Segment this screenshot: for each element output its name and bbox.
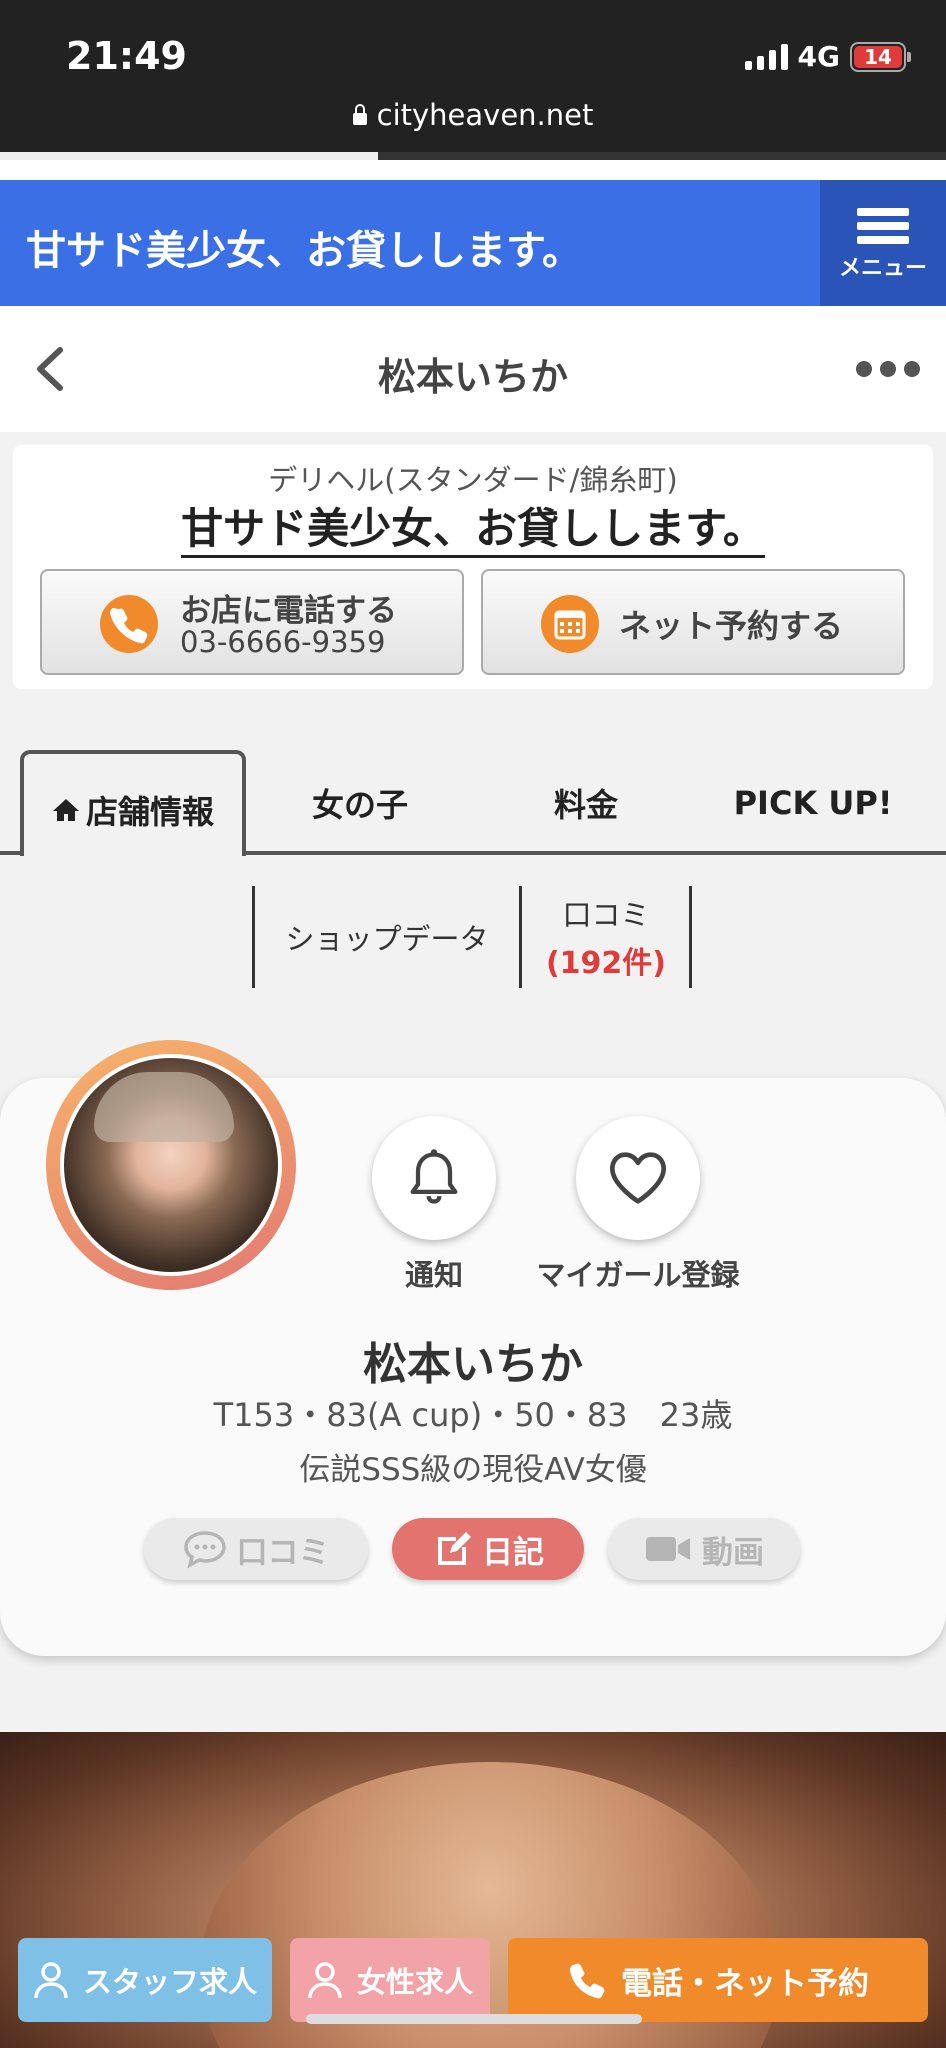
avatar-photo [64,1058,278,1272]
girl-catchphrase: 伝説SSS級の現役AV女優 [299,1452,647,1488]
shop-name-link[interactable]: 甘サド美少女、お貸しします。 [13,495,933,558]
net-reserve-label: ネット予約する [619,607,844,645]
video-camera-icon [646,1537,690,1561]
video-pill-label: 動画 [702,1534,764,1571]
shop-info-card: デリヘル(スタンダード/錦糸町) 甘サド美少女、お貸しします。 お店に電話する … [13,445,933,689]
home-icon [52,799,79,821]
phone-icon [100,595,158,653]
lock-icon [352,104,367,125]
shop-genre: デリヘル(スタンダード/錦糸町) [268,463,678,497]
url-text: cityheaven.net [376,98,594,132]
girl-name: 松本いちか [363,1339,583,1390]
girl-profile-card: 通知 マイガール登録 松本いちか T153・83(A cup)・50・83 23… [0,1040,946,1656]
page-navbar: 松本いちか [0,306,946,432]
home-indicator [306,2014,642,2024]
tab-shop-info-label: 店舗情報 [85,793,214,831]
review-count: (192件) [545,946,667,981]
notify-button[interactable] [372,1116,496,1240]
video-pill-button[interactable]: 動画 [608,1518,800,1580]
staff-recruit-button[interactable]: スタッフ求人 [18,1938,272,2022]
phone-icon [570,1963,605,1999]
network-type: 4G [797,40,840,73]
female-recruit-label: 女性求人 [356,1965,473,1999]
diary-pill-label: 日記 [482,1534,544,1571]
girl-stats: T153・83(A cup)・50・83 23歳 [213,1396,733,1434]
avatar[interactable] [46,1040,296,1290]
review-pill-label: 口コミ [236,1534,330,1571]
hamburger-icon [857,208,909,244]
call-reserve-label: 電話・ネット予約 [621,1965,869,2002]
my-girl-label: マイガール登録 [536,1258,740,1292]
diary-pill-button[interactable]: 日記 [392,1518,584,1580]
bottom-action-bar: スタッフ求人 女性求人 電話・ネット予約 [0,1928,946,2048]
status-bar: 21:49 4G 14 cityheaven.net [0,0,946,160]
status-indicators: 4G 14 [744,40,911,73]
sub-tabs: ショップデータ 口コミ (192件) [252,886,692,988]
tab-shop-info[interactable]: 店舗情報 [20,750,246,856]
edit-icon [438,1532,471,1565]
heart-icon [610,1152,666,1204]
call-shop-label: お店に電話する [180,593,397,629]
staff-recruit-label: スタッフ求人 [82,1965,257,1999]
page-title: 松本いちか [377,355,568,399]
notify-label: 通知 [404,1258,463,1292]
person-icon [34,1962,68,1999]
call-reserve-button[interactable]: 電話・ネット予約 [508,1938,928,2022]
subtab-shop-data[interactable]: ショップデータ [255,886,519,988]
calendar-icon [541,595,599,653]
page-load-progress [0,152,946,160]
cellular-signal-icon [744,43,788,70]
menu-button[interactable]: メニュー [820,180,946,306]
net-reserve-button[interactable]: ネット予約する [481,569,905,675]
address-bar[interactable]: cityheaven.net [0,98,946,132]
tab-girls[interactable]: 女の子 [260,750,460,855]
battery-icon: 14 [850,41,911,72]
my-girl-button[interactable] [576,1116,700,1240]
call-shop-button[interactable]: お店に電話する 03-6666-9359 [40,569,464,675]
speech-bubble-icon [183,1531,226,1569]
tab-pickup[interactable]: PICK UP! [700,750,926,855]
more-options-icon[interactable] [856,361,920,377]
status-time: 21:49 [66,34,187,78]
shop-header-title[interactable]: 甘サド美少女、お貸しします。 [26,218,582,276]
menu-label: メニュー [838,256,927,281]
bell-icon [410,1149,458,1204]
battery-level: 14 [854,45,902,68]
subtab-reviews[interactable]: 口コミ (192件) [522,886,690,988]
person-icon [308,1962,342,1999]
subtab-reviews-label: 口コミ [562,898,650,932]
review-pill-button[interactable]: 口コミ [144,1518,368,1580]
female-recruit-button[interactable]: 女性求人 [290,1938,490,2022]
tab-price[interactable]: 料金 [486,750,686,855]
shop-phone-number: 03-6666-9359 [180,625,386,659]
shop-header: 甘サド美少女、お貸しします。 メニュー [0,180,946,306]
shop-tabs: 店舗情報 女の子 料金 PICK UP! [0,750,946,856]
